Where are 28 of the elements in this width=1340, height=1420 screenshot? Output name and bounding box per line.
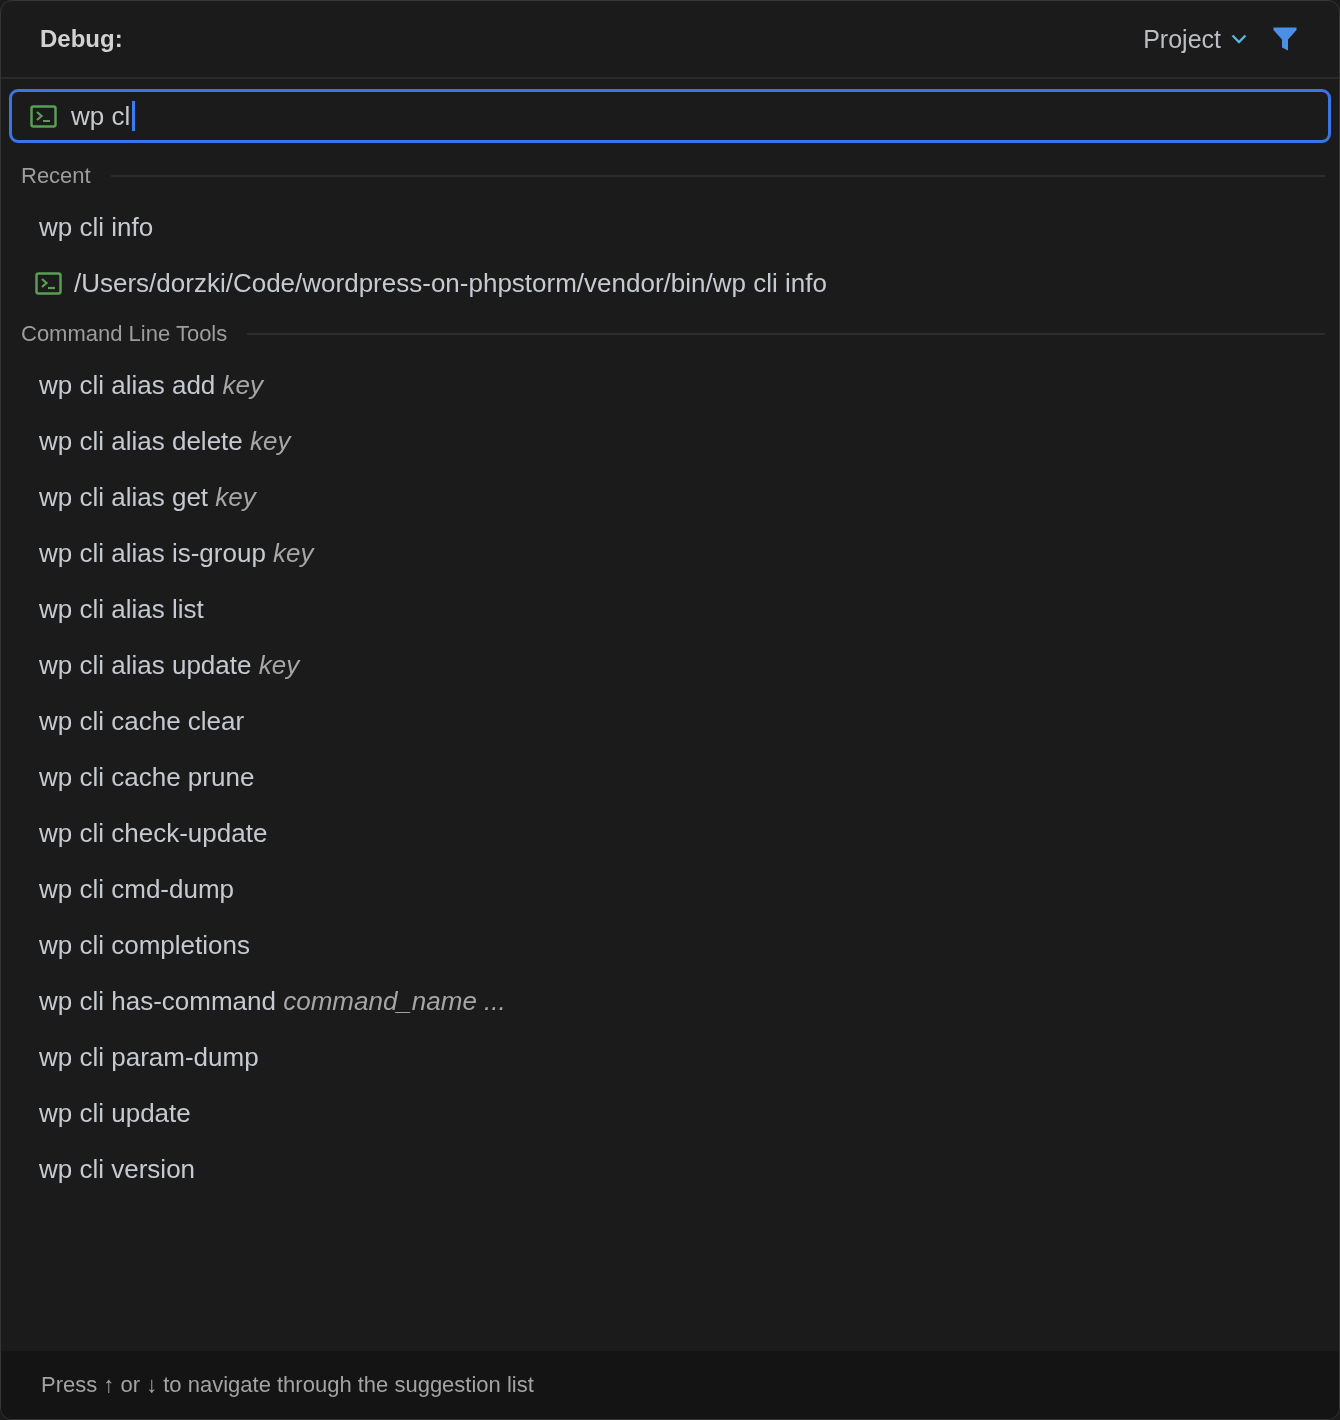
suggestion-item[interactable]: wp cli update bbox=[1, 1085, 1339, 1141]
suggestion-item[interactable]: wp cli info bbox=[1, 199, 1339, 255]
scope-dropdown[interactable]: Project bbox=[1143, 24, 1247, 54]
suggestion-item[interactable]: wp cli alias get key bbox=[1, 469, 1339, 525]
chevron-down-icon bbox=[1231, 34, 1247, 44]
terminal-icon bbox=[30, 104, 57, 128]
suggestion-item[interactable]: wp cli completions bbox=[1, 917, 1339, 973]
suggestion-item[interactable]: wp cli check-update bbox=[1, 805, 1339, 861]
suggestion-item[interactable]: /Users/dorzki/Code/wordpress-on-phpstorm/vendor/bin/wp cli info bbox=[1, 255, 1339, 311]
search-field[interactable]: wp cl bbox=[9, 89, 1331, 143]
footer-hint: Press ↑ or ↓ to navigate through the suggestion list bbox=[41, 1372, 534, 1398]
suggestion-item[interactable]: wp cli version bbox=[1, 1141, 1339, 1197]
suggestion-item[interactable]: wp cli alias add key bbox=[1, 357, 1339, 413]
suggestion-item[interactable]: wp cli cache clear bbox=[1, 693, 1339, 749]
suggestion-item[interactable]: wp cli alias list bbox=[1, 581, 1339, 637]
filter-icon[interactable] bbox=[1273, 27, 1297, 51]
suggestion-item[interactable]: wp cli has-command command_name ... bbox=[1, 973, 1339, 1029]
suggestion-item[interactable]: wp cli alias delete key bbox=[1, 413, 1339, 469]
suggestion-item[interactable]: wp cli alias is-group key bbox=[1, 525, 1339, 581]
text-cursor-icon bbox=[132, 101, 136, 131]
suggestion-item[interactable]: wp cli param-dump bbox=[1, 1029, 1339, 1085]
popup-title: Debug: bbox=[40, 25, 123, 53]
section-label: Recent bbox=[21, 163, 91, 189]
suggestion-item[interactable]: wp cli cmd-dump bbox=[1, 861, 1339, 917]
section-label: Command Line Tools bbox=[21, 321, 228, 347]
suggestion-item[interactable]: wp cli cache prune bbox=[1, 749, 1339, 805]
suggestion-item[interactable]: wp cli alias update key bbox=[1, 637, 1339, 693]
terminal-icon bbox=[35, 271, 62, 295]
